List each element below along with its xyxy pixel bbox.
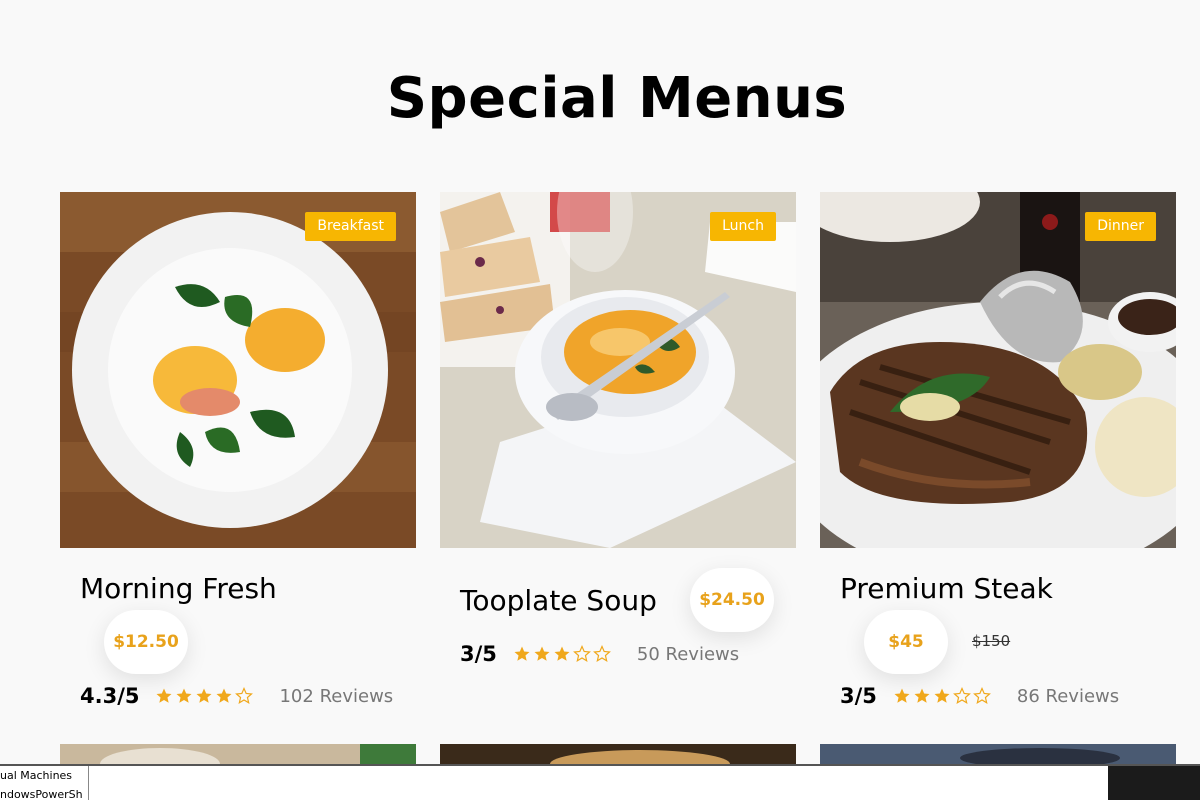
- star-filled-icon: [216, 688, 232, 703]
- star-empty-icon: [572, 645, 591, 662]
- category-badge[interactable]: Dinner: [1085, 212, 1156, 241]
- menu-name[interactable]: Morning Fresh: [80, 572, 277, 605]
- star-filled-icon: [176, 688, 192, 703]
- taskbar-divider: [88, 766, 89, 800]
- menu-card-next-1[interactable]: [60, 744, 416, 764]
- menu-name[interactable]: Premium Steak: [840, 572, 1053, 605]
- price-tag: $12.50: [104, 610, 188, 674]
- rating-score: 4.3/5: [80, 684, 140, 708]
- star-rating: [155, 687, 254, 705]
- rating-row: 4.3/5 102 Reviews: [80, 684, 393, 708]
- menu-image-dinner[interactable]: Dinner: [820, 192, 1176, 548]
- taskbar-tray: [1108, 766, 1200, 800]
- menu-card-next-2[interactable]: [440, 744, 796, 764]
- menu-image-lunch[interactable]: Lunch: [440, 192, 796, 548]
- section-title: Special Menus: [386, 66, 848, 131]
- star-rating: [513, 645, 611, 663]
- price-tag: $45: [864, 610, 948, 674]
- taskbar-item-powershell[interactable]: ndowsPowerSh: [0, 788, 88, 800]
- rating-score: 3/5: [460, 642, 497, 666]
- star-filled-icon: [514, 646, 530, 661]
- star-empty-icon: [952, 687, 971, 704]
- menu-card-dinner[interactable]: Dinner Premium Steak $45 $150 3/5 86 Rev…: [820, 192, 1176, 708]
- category-badge[interactable]: Breakfast: [305, 212, 396, 241]
- menu-name[interactable]: Tooplate Soup: [460, 584, 657, 617]
- menu-image-partial: [60, 744, 416, 764]
- star-filled-icon: [196, 688, 212, 703]
- price-tag: $24.50: [690, 568, 774, 632]
- rating-score: 3/5: [840, 684, 877, 708]
- star-empty-icon: [592, 645, 611, 662]
- rating-row: 3/5 50 Reviews: [460, 642, 739, 666]
- eggs-benedict-image: [60, 192, 416, 548]
- steak-image: [820, 192, 1176, 548]
- menu-card-breakfast[interactable]: Breakfast Morning Fresh $12.50 4.3/5 102…: [60, 192, 416, 708]
- star-filled-icon: [156, 688, 172, 703]
- menu-image-partial: [440, 744, 796, 764]
- star-filled-icon: [894, 688, 910, 703]
- menu-card-lunch[interactable]: Lunch Tooplate Soup $24.50 3/5 50 Review…: [440, 192, 796, 666]
- menu-image-breakfast[interactable]: Breakfast: [60, 192, 416, 548]
- star-filled-icon: [934, 688, 950, 703]
- menu-image-partial: [820, 744, 1176, 764]
- star-filled-icon: [534, 646, 550, 661]
- star-empty-icon: [972, 687, 991, 704]
- star-filled-icon: [554, 646, 570, 661]
- review-count[interactable]: 102 Reviews: [279, 686, 393, 707]
- star-empty-icon: [235, 687, 254, 704]
- category-badge[interactable]: Lunch: [710, 212, 776, 241]
- rating-row: 3/5 86 Reviews: [840, 684, 1119, 708]
- review-count[interactable]: 86 Reviews: [1017, 686, 1119, 707]
- taskbar: ual Machines ndowsPowerSh: [0, 764, 1200, 800]
- taskbar-item-virtual-machines[interactable]: ual Machines: [0, 769, 88, 782]
- menu-card-next-3[interactable]: [820, 744, 1176, 764]
- star-rating: [893, 687, 991, 705]
- soup-image: [440, 192, 796, 548]
- old-price: $150: [972, 632, 1011, 650]
- star-filled-icon: [914, 688, 930, 703]
- review-count[interactable]: 50 Reviews: [637, 644, 739, 665]
